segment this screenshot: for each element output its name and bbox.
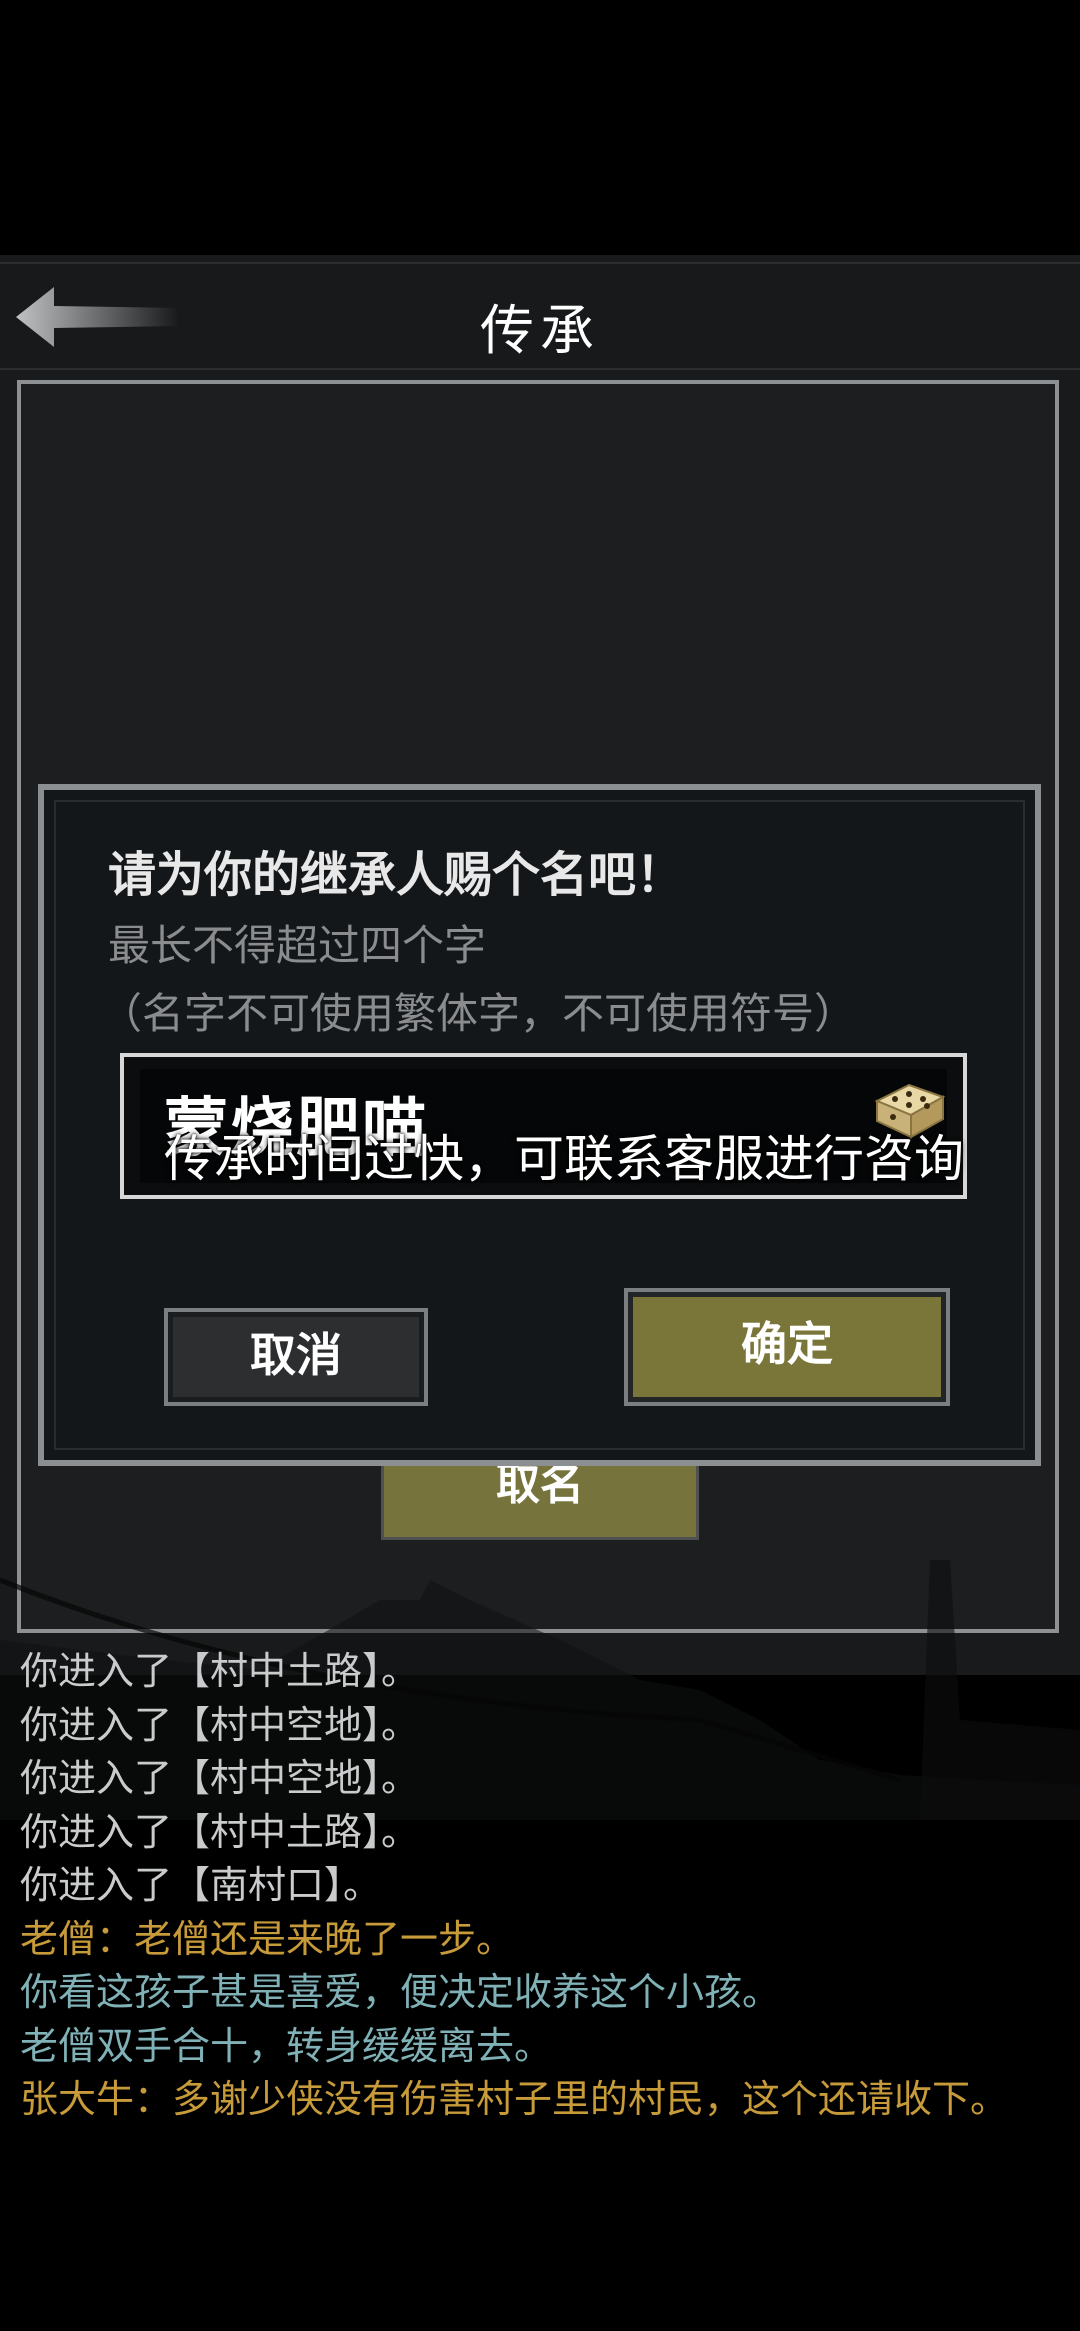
log-line: 你进入了【南村口】。 (20, 1863, 382, 1907)
confirm-button[interactable]: 确定 (624, 1288, 950, 1406)
log-line: 老僧：老僧还是来晚了一步。 (20, 1916, 515, 1961)
cancel-button[interactable]: 取消 (164, 1308, 428, 1406)
name-rule-hint: （名字不可使用繁体字，不可使用符号） (100, 989, 857, 1038)
log-line: 你进入了【村中空地】。 (20, 1702, 420, 1747)
log-line: 你看这孩子甚是喜爱，便决定收养这个小孩。 (20, 1970, 781, 2014)
log-line: 你进入了【村中土路】。 (20, 1809, 420, 1854)
top-bar: 传承 (0, 262, 1080, 370)
log-line: 老僧双手合十，转身缓缓离去。 (20, 2023, 553, 2068)
log-line: 张大牛：多谢少侠没有伤害村子里的村民，这个还请收下。 (20, 2077, 1009, 2121)
log-line: 你进入了【村中土路】。 (20, 1649, 420, 1693)
log-line: 你进入了【村中空地】。 (20, 1756, 420, 1800)
dialog-title: 请为你的继承人赐个名吧！ (108, 847, 685, 903)
name-length-hint: 最长不得超过四个字 (108, 921, 487, 970)
message-log: 你进入了【村中土路】。 你进入了【村中空地】。 你进入了【村中空地】。 你进入了… (20, 1645, 1070, 2127)
naming-dialog: 请为你的继承人赐个名吧！ 最长不得超过四个字 （名字不可使用繁体字，不可使用符号… (38, 784, 1041, 1466)
page-title: 传承 (480, 299, 600, 362)
toast-message: 传承时间过快，可联系客服进行咨询 (164, 1130, 964, 1188)
name-input[interactable]: 蒙烧肥喵 传承时间过快，可联系客服进行咨询 (120, 1053, 967, 1199)
